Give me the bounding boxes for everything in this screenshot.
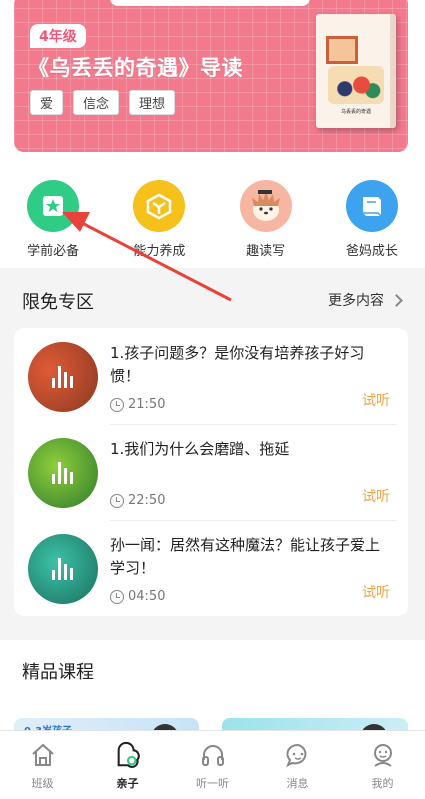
parent-child-icon [114,741,142,769]
premium-courses-title: 精品课程 [22,662,94,683]
lesson-thumbnail [28,342,98,412]
tab-label: 亲子 [116,777,139,790]
tab-parent-child[interactable]: 亲子 [85,731,170,799]
free-zone-header: 限免专区 更多内容 [0,276,425,326]
free-zone-title: 限免专区 [22,292,94,313]
headphones-icon [199,741,227,769]
promo-banner[interactable]: 4年级 《乌丢丢的奇遇》导读 爱 信念 理想 乌丢丢的奇遇 [14,0,408,152]
book-cover-title: 乌丢丢的奇遇 [340,109,371,115]
lesson-duration: 04:50 [110,589,165,604]
tab-messages[interactable]: 消息 [255,731,340,799]
tab-label: 班级 [31,777,54,790]
category-label: 学前必备 [27,244,80,259]
lesson-title: 孙一闻：居然有这种魔法？能让孩子爱上学习！ [110,536,381,577]
category-reading-writing[interactable]: 趣读写 [213,166,319,268]
tab-label: 听一听 [196,777,229,790]
tab-class[interactable]: 班级 [0,731,85,799]
more-content-label: 更多内容 [328,293,384,309]
clock-icon [110,397,124,412]
lesson-thumbnail [28,534,98,604]
category-label: 爸妈成长 [345,244,398,259]
try-listen-button[interactable]: 试听 [362,486,390,506]
tab-listen[interactable]: 听一听 [170,731,255,799]
try-listen-button[interactable]: 试听 [362,390,390,410]
category-label: 能力养成 [133,244,186,259]
star-shield-icon [27,180,80,232]
try-listen-button[interactable]: 试听 [362,582,390,602]
lesson-thumbnail [28,438,98,508]
lesson-title: 1.我们为什么会磨蹭、拖延 [110,440,290,458]
tab-label: 消息 [286,777,309,790]
tab-profile[interactable]: 我的 [340,731,425,799]
lesson-title: 1.孩子问题多？是你没有培养孩子好习惯！ [110,344,365,385]
grade-badge: 4年级 [30,24,86,48]
category-preschool[interactable]: 学前必备 [0,166,106,268]
category-row: 学前必备 能力养成 趣读写 爸妈成长 [0,166,425,268]
lesson-item[interactable]: 1.我们为什么会磨蹭、拖延 22:50 试听 [14,424,408,520]
lesson-duration: 22:50 [110,493,165,508]
clock-icon [110,589,124,604]
cube-icon [133,180,186,232]
free-zone-section: 限免专区 更多内容 1.孩子问题多？是你没有培养孩子好习惯！ 21:50 试听 … [0,276,425,628]
lesson-item[interactable]: 1.孩子问题多？是你没有培养孩子好习惯！ 21:50 试听 [14,328,408,424]
hedgehog-icon [239,180,292,232]
banner-top-card [110,0,310,6]
chevron-right-icon [390,293,403,307]
book-icon [345,180,398,232]
category-ability[interactable]: 能力养成 [106,166,212,268]
banner-tag: 理想 [129,90,176,115]
audio-bars-icon [52,462,73,484]
clock-icon [110,493,124,508]
audio-bars-icon [52,366,73,388]
book-cover-image: 乌丢丢的奇遇 [316,14,396,128]
more-content-link[interactable]: 更多内容 [328,290,403,310]
audio-bars-icon [52,558,73,580]
lesson-duration: 21:50 [110,397,165,412]
banner-title: 《乌丢丢的奇遇》导读 [28,56,243,80]
category-label: 趣读写 [246,244,286,259]
tab-label: 我的 [371,777,394,790]
bottom-tab-bar: 班级 亲子 听一听 消息 我的 [0,730,425,799]
banner-section: 4年级 《乌丢丢的奇遇》导读 爱 信念 理想 乌丢丢的奇遇 [0,0,425,166]
free-lesson-list: 1.孩子问题多？是你没有培养孩子好习惯！ 21:50 试听 1.我们为什么会磨蹭… [14,328,408,616]
banner-tag: 爱 [30,90,64,115]
message-icon [284,741,312,769]
banner-tag: 信念 [73,90,120,115]
lesson-item[interactable]: 孙一闻：居然有这种魔法？能让孩子爱上学习！ 04:50 试听 [14,520,408,616]
category-parent-growth[interactable]: 爸妈成长 [319,166,425,268]
banner-tags: 爱 信念 理想 [30,90,176,115]
house-icon [29,741,57,769]
profile-icon [369,741,397,769]
